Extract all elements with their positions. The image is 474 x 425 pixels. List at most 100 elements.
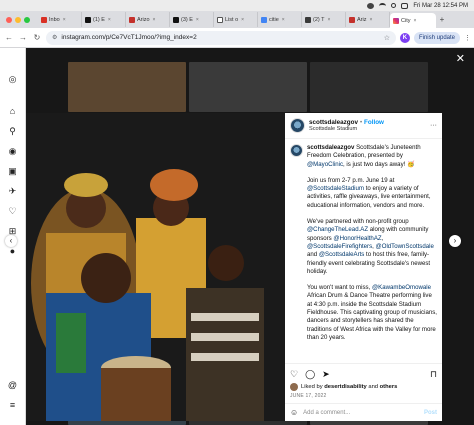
feed-image — [68, 62, 186, 112]
like-heart-icon[interactable]: ♡ — [290, 369, 298, 379]
save-bookmark-icon[interactable]: ⊓ — [430, 369, 437, 379]
tab-close-icon[interactable]: × — [328, 17, 331, 23]
gmail-icon — [41, 16, 47, 23]
caption-avatar[interactable] — [290, 144, 303, 157]
mention-link[interactable]: @KawambeOmowale — [372, 284, 431, 291]
browser-tab[interactable]: citie × — [258, 12, 302, 27]
profile-icon[interactable]: ● — [7, 246, 18, 257]
follow-button[interactable]: Follow — [364, 119, 384, 126]
reload-icon[interactable]: ↻ — [32, 33, 42, 43]
likes-summary: Liked by desertdisability and others — [285, 383, 442, 391]
caption-text-run: , — [381, 234, 384, 242]
mention-link[interactable]: @ChangeTheLead.AZ — [307, 226, 368, 233]
post-header: scottsdaleazgov • Follow Scottsdale Stad… — [285, 113, 442, 139]
more-options-icon[interactable]: ··· — [430, 122, 437, 129]
feed-image — [189, 62, 307, 112]
explore-icon[interactable]: ◉ — [7, 146, 18, 157]
tab-close-icon[interactable]: × — [153, 17, 156, 23]
instagram-icon — [393, 17, 399, 24]
zoom-window-button[interactable] — [24, 16, 30, 23]
tab-close-icon[interactable]: × — [63, 17, 66, 23]
browser-tab[interactable]: (3) E × — [170, 12, 214, 27]
mention-link[interactable]: @ScottsdaleArts — [319, 251, 364, 258]
next-post-arrow-icon[interactable]: › — [449, 235, 461, 247]
comment-input[interactable]: Add a comment... — [303, 410, 350, 416]
wifi-icon — [379, 2, 387, 9]
profile-avatar[interactable]: K — [399, 32, 410, 43]
news-icon — [129, 16, 135, 23]
system-menu-bar: Fri Mar 28 12:54 PM — [0, 0, 474, 11]
mention-link[interactable]: @OldTownScottsdale — [376, 243, 434, 250]
browser-menu-icon[interactable]: ⋮ — [464, 34, 471, 42]
tab-close-icon[interactable]: × — [413, 18, 416, 24]
mention-link[interactable]: @ScottsdaleFirefighters — [307, 243, 372, 250]
bookmark-star-icon[interactable]: ☆ — [384, 34, 390, 42]
new-tab-button[interactable]: + — [436, 15, 448, 24]
browser-tab-active[interactable]: City × — [390, 13, 436, 28]
finish-update-button[interactable]: Finish update — [413, 31, 460, 44]
post-location[interactable]: Scottsdale Stadium — [309, 126, 384, 132]
messages-icon[interactable]: ✈ — [7, 186, 18, 197]
browser-tab[interactable]: Arizo × — [126, 12, 170, 27]
post-comment-button[interactable]: Post — [424, 410, 437, 416]
window-controls — [0, 16, 38, 23]
threads-icon[interactable]: @ — [7, 380, 18, 391]
address-url: instagram.com/p/Ce7VcT1Jmoo/?img_index=2 — [61, 34, 197, 41]
mention-link[interactable]: @HonorHealthAZ — [333, 235, 381, 242]
account-username[interactable]: scottsdaleazgov — [309, 119, 358, 126]
likes-prefix: Liked by — [301, 384, 325, 390]
close-window-button[interactable] — [6, 16, 12, 23]
page-viewport: ◎ ⌂ ⚲ ◉ ▣ ✈ ♡ ⊞ ● @ ≡ ✕ ‹ › scottsdaleaz… — [0, 48, 474, 425]
x-icon — [85, 16, 91, 23]
back-arrow-icon[interactable]: ← — [4, 33, 14, 43]
liker-username[interactable]: desertdisability — [324, 384, 367, 390]
tab-close-icon[interactable]: × — [241, 17, 244, 23]
mention-link[interactable]: @ScottsdaleStadium — [307, 185, 364, 192]
emoji-icon[interactable]: ☺ — [290, 408, 298, 417]
comment-icon[interactable]: ◯ — [305, 369, 315, 379]
account-avatar[interactable] — [290, 118, 305, 133]
browser-tab[interactable]: (1) E × — [82, 12, 126, 27]
tab-label: Ariz — [357, 16, 367, 23]
minimize-window-button[interactable] — [15, 16, 21, 23]
home-icon[interactable]: ⌂ — [7, 106, 18, 117]
search-icon[interactable]: ⚲ — [7, 126, 18, 137]
mention-link[interactable]: @MayoClinic — [307, 161, 343, 168]
control-center-icon — [401, 2, 409, 9]
likes-others-link[interactable]: others — [380, 384, 398, 390]
feed-image — [310, 62, 428, 112]
more-menu-icon[interactable]: ≡ — [7, 400, 18, 411]
post-photo — [26, 113, 285, 421]
comment-bar: ☺ Add a comment... Post — [285, 403, 442, 421]
caption-username[interactable]: scottsdaleazgov — [307, 144, 354, 151]
notifications-icon[interactable]: ♡ — [7, 206, 18, 217]
tab-close-icon[interactable]: × — [196, 17, 199, 23]
share-icon[interactable]: ➤ — [322, 369, 330, 379]
tab-close-icon[interactable]: × — [108, 17, 111, 23]
menubar-datetime: Fri Mar 28 12:54 PM — [413, 2, 468, 9]
google-icon — [261, 16, 267, 23]
tab-label: City — [401, 17, 411, 24]
site-info-icon[interactable]: ⚙ — [52, 34, 57, 41]
browser-tab[interactable]: List o × — [214, 12, 258, 27]
caption-text-run: We've partnered with non-profit group — [307, 218, 409, 226]
forward-arrow-icon[interactable]: → — [18, 33, 28, 43]
browser-tab[interactable]: Ariz × — [346, 12, 390, 27]
search-icon — [391, 3, 397, 8]
address-bar[interactable]: ⚙ instagram.com/p/Ce7VcT1Jmoo/?img_index… — [46, 30, 396, 45]
browser-tab[interactable]: (2) T × — [302, 12, 346, 27]
reels-icon[interactable]: ▣ — [7, 166, 18, 177]
liker-avatar[interactable] — [290, 383, 298, 391]
tab-close-icon[interactable]: × — [369, 17, 372, 23]
news-icon — [349, 16, 355, 23]
post-caption: scottsdaleazgov Scottsdale's Juneteenth … — [285, 139, 442, 363]
tab-close-icon[interactable]: × — [282, 17, 285, 23]
caption-text: scottsdaleazgov Scottsdale's Juneteenth … — [307, 144, 437, 363]
browser-tab[interactable]: Inbo × — [38, 12, 82, 27]
likes-middle: and — [366, 384, 380, 390]
instagram-logo-icon[interactable]: ◎ — [7, 74, 18, 85]
wikipedia-icon — [217, 16, 223, 23]
close-modal-icon[interactable]: ✕ — [456, 52, 465, 65]
post-date[interactable]: JUNE 17, 2022 — [285, 391, 442, 403]
previous-post-arrow-icon[interactable]: ‹ — [5, 235, 17, 247]
